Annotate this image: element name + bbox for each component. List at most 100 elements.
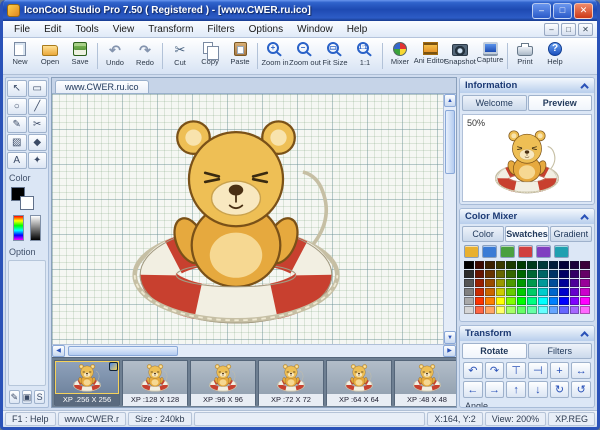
toolbar-paste-button[interactable]: Paste <box>225 39 255 73</box>
transform-stretch-button[interactable]: ↔ <box>571 362 592 379</box>
palette-options-icon[interactable] <box>554 245 569 258</box>
menu-item-view[interactable]: View <box>106 23 142 36</box>
tab-color[interactable]: Color <box>462 226 505 242</box>
palette-swatch[interactable] <box>569 306 580 314</box>
palette-swatch[interactable] <box>559 261 569 269</box>
palette-swatch[interactable] <box>559 270 569 278</box>
transform-flip-vertical-button[interactable]: ⊤ <box>506 362 527 379</box>
collapse-chevron-icon[interactable] <box>580 213 589 223</box>
delete-swatch-icon[interactable] <box>518 245 533 258</box>
maximize-button[interactable]: □ <box>553 2 572 19</box>
palette-swatch[interactable] <box>485 261 495 269</box>
palette-swatch[interactable] <box>516 270 527 278</box>
menu-item-transform[interactable]: Transform <box>141 23 200 36</box>
scroll-down-icon[interactable]: ▼ <box>444 331 456 344</box>
palette-swatch[interactable] <box>548 306 559 314</box>
editing-canvas[interactable] <box>52 94 443 344</box>
menu-item-window[interactable]: Window <box>290 23 340 36</box>
tool-stamp-button[interactable]: ▣ <box>21 390 33 404</box>
menu-item-options[interactable]: Options <box>242 23 290 36</box>
palette-swatch[interactable] <box>495 288 506 296</box>
palette-swatch[interactable] <box>506 288 516 296</box>
palette-swatch[interactable] <box>538 306 548 314</box>
menu-item-help[interactable]: Help <box>340 23 375 36</box>
palette-swatch[interactable] <box>548 261 559 269</box>
palette-swatch[interactable] <box>495 297 506 305</box>
tool-pen-button[interactable]: ✎ <box>9 390 20 404</box>
palette-swatch[interactable] <box>559 297 569 305</box>
tool-line-button[interactable]: ╱ <box>27 98 47 115</box>
tab-rotate[interactable]: Rotate <box>462 343 527 359</box>
palette-swatch[interactable] <box>569 279 580 287</box>
palette-swatch[interactable] <box>485 270 495 278</box>
icon-size-thumbnail[interactable]: XP :128 X 128 <box>122 360 188 406</box>
icon-size-thumbnail[interactable]: XP :96 X 96 <box>190 360 256 406</box>
document-tab[interactable]: www.CWER.ru.ico <box>55 80 149 93</box>
tab-preview[interactable]: Preview <box>527 95 592 111</box>
palette-swatch[interactable] <box>527 279 538 287</box>
palette-swatch[interactable] <box>580 288 590 296</box>
palette-swatch[interactable] <box>527 288 538 296</box>
palette-swatch[interactable] <box>527 270 538 278</box>
toolbar-ani-editor-button[interactable]: Ani Editor <box>414 39 446 73</box>
palette-swatch[interactable] <box>506 297 516 305</box>
palette-swatch[interactable] <box>485 279 495 287</box>
palette-swatch[interactable] <box>485 297 495 305</box>
toolbar-zoom-in-button[interactable]: + Zoom in <box>260 39 290 73</box>
toolbar-snapshot-button[interactable]: Snapshot <box>444 39 476 73</box>
mdi-restore-button[interactable]: □ <box>561 22 576 36</box>
scroll-right-icon[interactable]: ▶ <box>443 345 456 357</box>
palette-swatch[interactable] <box>516 288 527 296</box>
palette-swatch[interactable] <box>464 270 474 278</box>
palette-swatch[interactable] <box>527 261 538 269</box>
palette-swatch[interactable] <box>527 297 538 305</box>
tool-lasso-button[interactable]: ○ <box>7 98 27 115</box>
grayscale-bar[interactable] <box>30 215 41 241</box>
palette-swatch[interactable] <box>538 279 548 287</box>
palette-swatch[interactable] <box>474 297 485 305</box>
palette-swatch[interactable] <box>464 297 474 305</box>
toolbar-print-button[interactable]: Print <box>510 39 540 73</box>
palette-swatch[interactable] <box>516 279 527 287</box>
mdi-close-button[interactable]: ✕ <box>578 22 593 36</box>
tool-eraser-button[interactable]: ▨ <box>7 134 27 151</box>
tool-pencil-button[interactable]: ✎ <box>7 116 27 133</box>
palette-swatch[interactable] <box>485 288 495 296</box>
palette-swatch[interactable] <box>580 261 590 269</box>
hue-bar[interactable] <box>13 215 24 241</box>
open-palette-icon[interactable] <box>482 245 497 258</box>
menu-item-edit[interactable]: Edit <box>37 23 68 36</box>
palette-swatch[interactable] <box>495 270 506 278</box>
information-header[interactable]: Information <box>460 78 594 93</box>
palette-swatch[interactable] <box>548 297 559 305</box>
palette-swatch[interactable] <box>569 297 580 305</box>
tab-welcome[interactable]: Welcome <box>462 95 527 111</box>
palette-swatch[interactable] <box>474 261 485 269</box>
save-palette-icon[interactable] <box>500 245 515 258</box>
transform-rotate-cw-button[interactable]: ↻ <box>549 381 570 398</box>
icon-size-thumbnail[interactable]: XP .256 X 256 <box>54 360 120 406</box>
palette-swatch[interactable] <box>548 288 559 296</box>
palette-swatch[interactable] <box>464 279 474 287</box>
palette-swatch[interactable] <box>506 306 516 314</box>
transform-rotate-right-button[interactable]: ↷ <box>484 362 505 379</box>
palette-swatch[interactable] <box>474 288 485 296</box>
palette-swatch[interactable] <box>506 270 516 278</box>
vertical-scroll-track[interactable] <box>444 107 456 331</box>
toolbar-fit-size-button[interactable]: ▭ Fit Size <box>320 39 350 73</box>
toolbar-help-button[interactable]: ? Help <box>540 39 570 73</box>
toolbar-cut-button[interactable]: ✂ Cut <box>165 39 195 73</box>
palette-swatch[interactable] <box>538 270 548 278</box>
palette-swatch[interactable] <box>548 279 559 287</box>
toolbar-zoom-out-button[interactable]: − Zoom out <box>289 39 321 73</box>
toolbar-open-button[interactable]: Open <box>35 39 65 73</box>
tool-text-button[interactable]: A <box>7 152 27 169</box>
palette-swatch[interactable] <box>485 306 495 314</box>
palette-swatch[interactable] <box>516 306 527 314</box>
tool-marquee-button[interactable]: ▭ <box>27 80 47 97</box>
palette-swatch[interactable] <box>464 288 474 296</box>
palette-swatch[interactable] <box>474 279 485 287</box>
palette-swatch[interactable] <box>495 279 506 287</box>
transform-shift-down-button[interactable]: ↓ <box>528 381 548 398</box>
palette-swatch[interactable] <box>516 261 527 269</box>
